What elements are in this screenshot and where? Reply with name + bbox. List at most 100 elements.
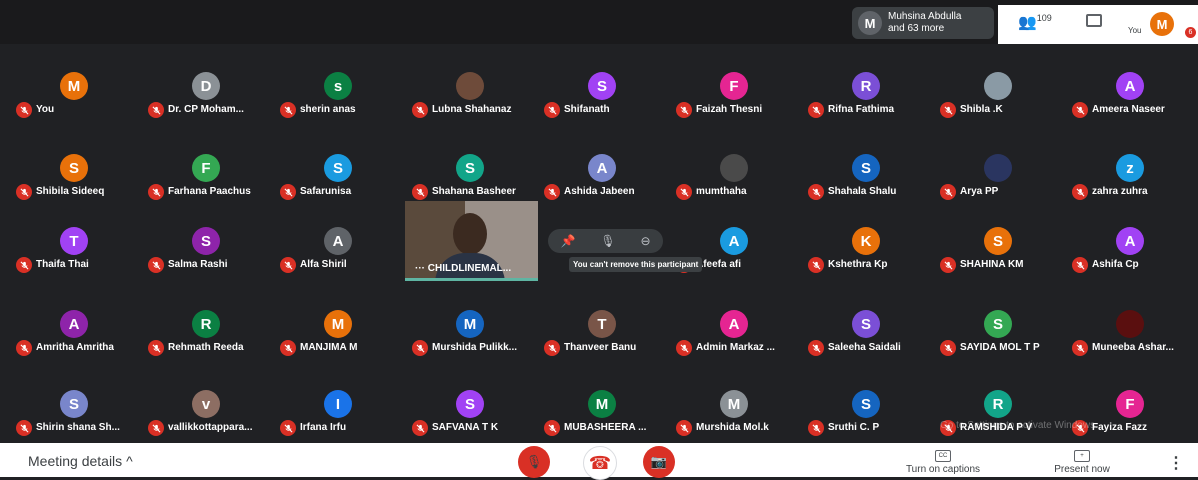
avatar: S: [60, 154, 88, 182]
avatar: S: [456, 390, 484, 418]
avatar: S: [852, 310, 880, 338]
video-tile[interactable]: ··· CHILDLINEMAL...: [405, 201, 538, 281]
participant-tile[interactable]: R Rifna Fathima: [800, 72, 932, 132]
mic-off-icon: [1072, 102, 1088, 118]
mic-off-icon: [148, 184, 164, 200]
participant-name: Amritha Amritha: [36, 342, 114, 353]
presence-name: Muhsina Abdulla: [888, 11, 962, 22]
participant-tile[interactable]: s sherin anas: [272, 72, 404, 132]
avatar: S: [852, 154, 880, 182]
captions-button[interactable]: CC Turn on captions: [888, 449, 998, 475]
mic-off-icon: [808, 257, 824, 273]
mic-off-icon: [148, 257, 164, 273]
participant-tile[interactable]: mumthaha: [668, 154, 800, 214]
participant-tile[interactable]: I Irfana Irfu: [272, 390, 404, 450]
participant-name: Fayiza Fazz: [1092, 422, 1148, 433]
avatar: [1116, 310, 1144, 338]
video-participant-name: ··· CHILDLINEMAL...: [415, 263, 512, 274]
participant-tile[interactable]: M You: [8, 72, 140, 132]
participant-tile[interactable]: T Thanveer Banu: [536, 310, 668, 370]
participant-name: Faizah Thesni: [696, 104, 763, 115]
participant-tile[interactable]: F Faizah Thesni: [668, 72, 800, 132]
participant-name: You: [36, 104, 55, 115]
avatar: S: [60, 390, 88, 418]
camera-off-button[interactable]: 📷: [643, 446, 675, 478]
tile-actions: 📌 🎙 ⊖: [548, 229, 663, 253]
participant-tile[interactable]: M MANJIMA M: [272, 310, 404, 370]
avatar: [984, 154, 1012, 182]
self-avatar[interactable]: M: [1150, 12, 1174, 36]
meeting-details-button[interactable]: Meeting details ^: [28, 453, 133, 469]
people-button[interactable]: 👥109: [1018, 13, 1052, 31]
mic-off-icon: [940, 257, 956, 273]
participant-tile[interactable]: K Kshethra Kp: [800, 227, 932, 287]
participant-tile[interactable]: S SAFVANA T K: [404, 390, 536, 450]
participant-tile[interactable]: A Ashifa Cp: [1064, 227, 1196, 287]
more-options-icon[interactable]: ⋮: [1168, 453, 1184, 473]
mic-off-icon: [412, 102, 428, 118]
participant-name: vallikkottappara...: [168, 422, 253, 433]
participant-presence-chip[interactable]: M Muhsina Abdulla and 63 more: [852, 7, 994, 39]
participant-tile[interactable]: S Salma Rashi: [140, 227, 272, 287]
avatar: A: [720, 310, 748, 338]
participant-tile[interactable]: A Amritha Amritha: [8, 310, 140, 370]
participant-tile[interactable]: Shibla .K: [932, 72, 1064, 132]
participant-tile[interactable]: S SAYIDA MOL T P: [932, 310, 1064, 370]
participant-tile[interactable]: A Ashida Jabeen: [536, 154, 668, 214]
participant-name: Rifna Fathima: [828, 104, 895, 115]
participant-tile[interactable]: z zahra zuhra: [1064, 154, 1196, 214]
participant-name: Shibla .K: [960, 104, 1003, 115]
participant-tile[interactable]: T Thaifa Thai: [8, 227, 140, 287]
participant-tile[interactable]: S SHAHINA KM: [932, 227, 1064, 287]
mic-off-icon: [412, 420, 428, 436]
participant-tile[interactable]: S Safarunisa: [272, 154, 404, 214]
participant-tile[interactable]: M Murshida Mol.k: [668, 390, 800, 450]
participant-tile[interactable]: S Shahala Shalu: [800, 154, 932, 214]
leave-call-button[interactable]: ☎: [583, 446, 617, 480]
present-now-button[interactable]: + Present now: [1027, 449, 1137, 475]
avatar: A: [60, 310, 88, 338]
participant-tile[interactable]: R Rehmath Reeda: [140, 310, 272, 370]
participant-tile[interactable]: A Alfa Shiril: [272, 227, 404, 287]
mic-off-icon: [940, 184, 956, 200]
chat-icon[interactable]: [1086, 14, 1102, 27]
participant-tile[interactable]: Lubna Shahanaz: [404, 72, 536, 132]
avatar: S: [456, 154, 484, 182]
mic-off-icon: [412, 340, 428, 356]
participant-name: sherin anas: [300, 104, 356, 115]
mic-off-button[interactable]: 🎙: [518, 446, 550, 478]
participant-name: Salma Rashi: [168, 259, 228, 270]
mic-off-icon: [808, 184, 824, 200]
mic-off-icon: [280, 102, 296, 118]
participant-tile[interactable]: S Sruthi C. P: [800, 390, 932, 450]
participant-tile[interactable]: S Shirin shana Sh...: [8, 390, 140, 450]
remove-participant-icon[interactable]: ⊖: [640, 234, 650, 248]
participant-name: Ashifa Cp: [1092, 259, 1139, 270]
avatar: S: [852, 390, 880, 418]
participant-name: Kshethra Kp: [828, 259, 888, 270]
avatar: A: [588, 154, 616, 182]
participant-tile[interactable]: M MUBASHEERA ...: [536, 390, 668, 450]
participant-tile[interactable]: A Admin Markaz ...: [668, 310, 800, 370]
participant-name: Dr. CP Moham...: [168, 104, 244, 115]
participant-tile[interactable]: S Saleeha Saidali: [800, 310, 932, 370]
mic-off-icon: [940, 102, 956, 118]
participant-tile[interactable]: S Shifanath: [536, 72, 668, 132]
participant-name: Muneeba Ashar...: [1092, 342, 1174, 353]
pin-icon[interactable]: 📌: [560, 234, 575, 248]
participant-tile[interactable]: S Shibila Sideeq: [8, 154, 140, 214]
participant-name: Ashida Jabeen: [564, 186, 635, 197]
avatar: F: [192, 154, 220, 182]
participant-tile[interactable]: v vallikkottappara...: [140, 390, 272, 450]
participant-tile[interactable]: Arya PP: [932, 154, 1064, 214]
participant-tile[interactable]: Muneeba Ashar...: [1064, 310, 1196, 370]
participant-tile[interactable]: D Dr. CP Moham...: [140, 72, 272, 132]
participant-tile[interactable]: F Farhana Paachus: [140, 154, 272, 214]
people-icon: 👥: [1018, 14, 1037, 31]
participant-tile[interactable]: M Murshida Pulikk...: [404, 310, 536, 370]
participant-tile[interactable]: A Ameera Naseer: [1064, 72, 1196, 132]
mic-off-icon: [1072, 257, 1088, 273]
participant-name: Shahala Shalu: [828, 186, 897, 197]
mute-participant-icon[interactable]: 🎙: [600, 234, 615, 248]
mic-off-icon: [544, 340, 560, 356]
